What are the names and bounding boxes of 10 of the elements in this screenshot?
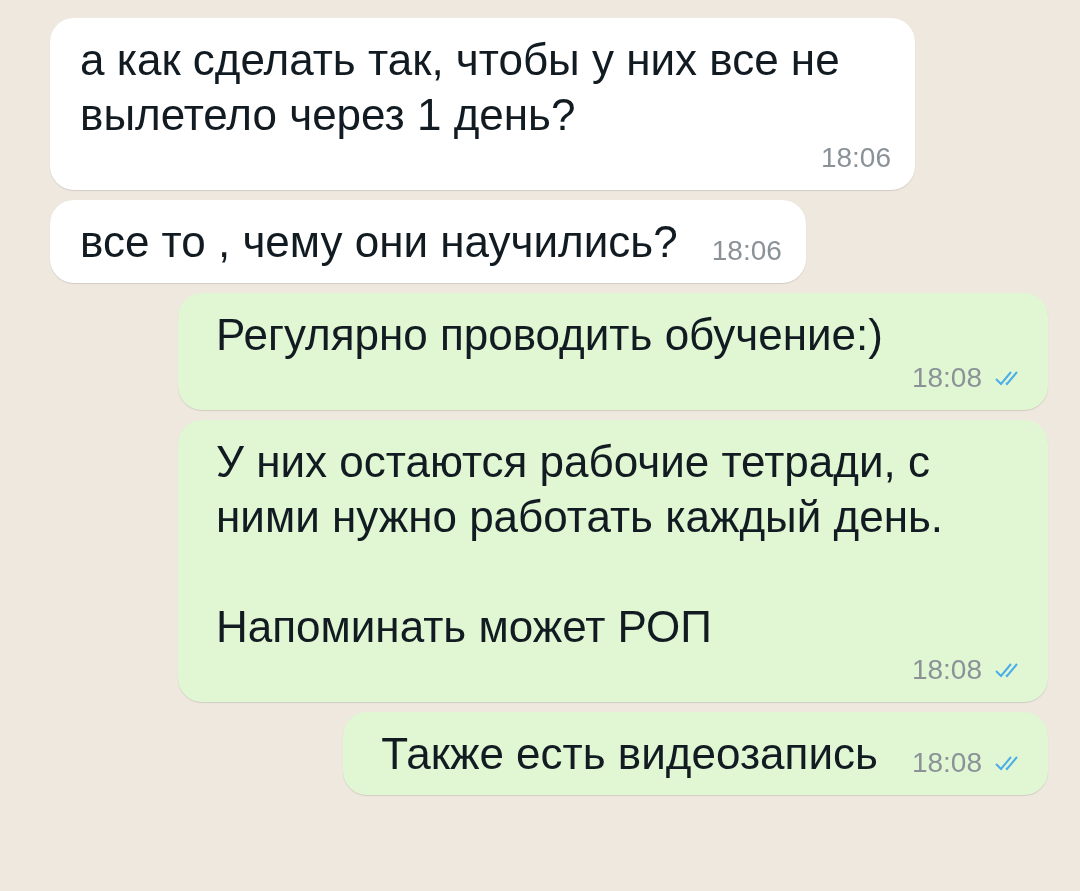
message-text: а как сделать так, чтобы у них все не вылетело через 1 день? — [80, 34, 841, 141]
message-text: Также есть видеозапись — [381, 728, 878, 780]
message-text: все то , чему они научились? — [80, 216, 678, 268]
message-time: 18:08 — [911, 654, 982, 686]
message-time: 18:08 — [911, 362, 982, 394]
message-text: У них остаются рабочие тетради, с ними нужно работать каждый день. Напоминать может РОП — [216, 436, 945, 653]
message-time: 18:08 — [911, 747, 982, 779]
message-time: 18:06 — [711, 235, 782, 267]
message-time: 18:06 — [820, 142, 891, 174]
message-text: Регулярно проводить обучение:) — [216, 309, 883, 361]
